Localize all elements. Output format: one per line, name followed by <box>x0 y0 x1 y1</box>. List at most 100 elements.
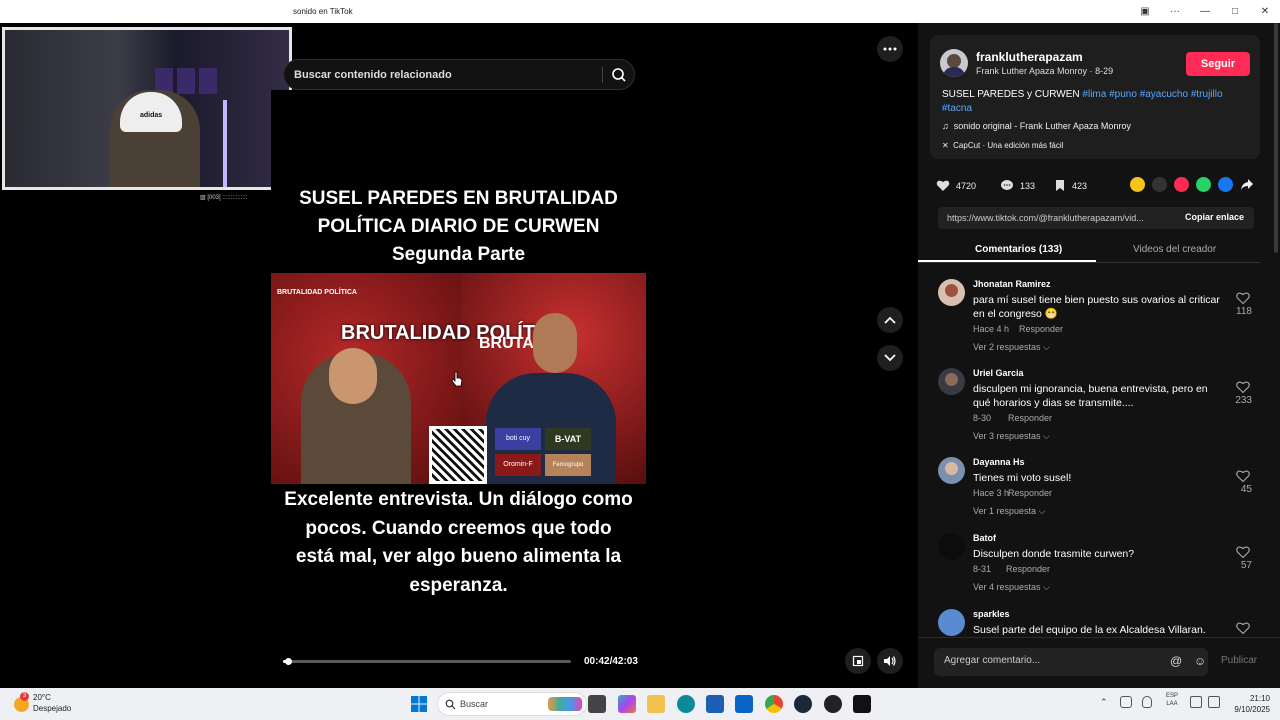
commenter-avatar[interactable] <box>938 279 965 306</box>
hashtag-link[interactable]: #lima <box>1082 89 1106 100</box>
comment-input-wrap: @ ☺ <box>934 648 1208 676</box>
search-input[interactable] <box>294 66 594 84</box>
comment-like-icon[interactable] <box>1236 545 1250 559</box>
commenter-avatar[interactable] <box>938 457 965 484</box>
comment-like-icon[interactable] <box>1236 469 1250 483</box>
weather-widget[interactable]: 3 20°C Despejado <box>12 692 102 716</box>
video-url[interactable]: https://www.tiktok.com/@franklutherapaza… <box>947 213 1167 223</box>
sponsor-logo: Oromin-F <box>495 454 541 476</box>
tab-creator-videos[interactable]: Videos del creador <box>1133 244 1216 255</box>
language-indicator[interactable]: ESP LAA <box>1166 692 1178 708</box>
comment-input[interactable] <box>944 655 1154 666</box>
view-replies-button[interactable]: Ver 2 respuestas ⌵ <box>973 342 1050 353</box>
progress-handle[interactable] <box>284 658 292 665</box>
save-button[interactable]: 423 <box>1054 179 1087 192</box>
emoji-icon[interactable]: ☺ <box>1194 654 1206 668</box>
like-button[interactable]: 4720 <box>936 179 976 192</box>
steam-icon[interactable] <box>794 695 812 713</box>
hashtag-link[interactable]: #trujillo <box>1191 89 1223 100</box>
comment-icon <box>1001 180 1013 190</box>
reply-button[interactable]: Responder <box>1019 324 1063 334</box>
view-replies-button[interactable]: Ver 1 respuesta ⌵ <box>973 506 1045 517</box>
taskbar-search[interactable]: Buscar <box>437 692 587 716</box>
hashtag-link[interactable]: #puno <box>1109 89 1137 100</box>
maximize-button[interactable]: □ <box>1220 6 1250 17</box>
windows-taskbar: 3 20°C Despejado Buscar ⌃ ESP LAA 21:10 … <box>0 688 1280 720</box>
commenter-avatar[interactable] <box>938 533 965 560</box>
chrome-icon[interactable] <box>765 695 783 713</box>
picture-in-picture-icon <box>852 655 864 667</box>
search-icon[interactable] <box>610 66 628 84</box>
mention-icon[interactable]: @ <box>1170 654 1182 668</box>
outlook-icon[interactable] <box>735 695 753 713</box>
next-video-button[interactable] <box>877 345 903 371</box>
view-replies-button[interactable]: Ver 4 respuestas ⌵ <box>973 582 1050 593</box>
comment-time: Hace 3 h <box>973 488 1010 498</box>
hashtag-link[interactable]: #ayacucho <box>1140 89 1188 100</box>
creator-username[interactable]: franklutherapazam <box>976 50 1083 64</box>
comment-like-icon[interactable] <box>1236 380 1250 394</box>
action-bar: 4720 133 423 <box>936 177 1266 197</box>
commenter-name[interactable]: sparkles <box>973 609 1010 619</box>
share-friends-icon[interactable] <box>1130 177 1145 192</box>
share-arrow-icon[interactable] <box>1240 178 1254 191</box>
follow-button[interactable]: Seguir <box>1186 52 1250 76</box>
minimize-button[interactable]: — <box>1190 6 1220 17</box>
video-progress-bar[interactable] <box>283 658 571 665</box>
floating-player-button[interactable] <box>845 648 871 674</box>
commenter-avatar[interactable] <box>938 368 965 395</box>
commenter-name[interactable]: Uriel Garcia <box>973 368 1024 378</box>
comment-like-count: 118 <box>1236 306 1252 317</box>
app-icon[interactable]: ▣ <box>1130 6 1160 17</box>
tab-comments[interactable]: Comentarios (133) <box>975 244 1062 255</box>
obs-icon[interactable] <box>824 695 842 713</box>
more-icon[interactable]: ··· <box>1160 6 1190 17</box>
comment-composer: @ ☺ Publicar <box>918 637 1280 688</box>
view-replies-button[interactable]: Ver 3 respuestas ⌵ <box>973 431 1050 442</box>
speaker-icon[interactable] <box>1208 696 1220 708</box>
send-icon[interactable] <box>1174 177 1189 192</box>
comment-text: Disculpen donde trasmite curwen? <box>973 548 1135 560</box>
onedrive-icon[interactable] <box>1120 696 1132 708</box>
post-comment-button[interactable]: Publicar <box>1221 655 1257 666</box>
whatsapp-icon[interactable] <box>1196 177 1211 192</box>
reply-button[interactable]: Responder <box>1006 564 1050 574</box>
reply-button[interactable]: Responder <box>1008 413 1052 423</box>
commenter-name[interactable]: Dayanna Hs <box>973 457 1025 467</box>
comment-like-icon[interactable] <box>1236 291 1250 305</box>
network-icon[interactable] <box>1190 696 1202 708</box>
close-button[interactable]: ✕ <box>1250 6 1280 17</box>
store-icon[interactable] <box>706 695 724 713</box>
reply-button[interactable]: Responder <box>1008 488 1052 498</box>
video-frame[interactable]: BRUTALIDAD POLÍTICA BRUTALIDAD POLÍTICA … <box>271 273 646 484</box>
task-view-icon[interactable] <box>588 695 606 713</box>
music-link[interactable]: ♫ sonido original - Frank Luther Apaza M… <box>942 121 1131 131</box>
previous-video-button[interactable] <box>877 307 903 333</box>
capcut-link[interactable]: ✕ CapCut · Una edición más fácil <box>942 141 1063 150</box>
volume-button[interactable] <box>877 648 903 674</box>
commenter-name[interactable]: Jhonatan Ramirez <box>973 279 1051 289</box>
copilot-icon[interactable] <box>618 695 636 713</box>
chevron-up-icon[interactable]: ⌃ <box>1100 697 1108 708</box>
sidebar-scrollbar[interactable] <box>1274 23 1278 253</box>
hashtag-link[interactable]: #tacna <box>942 103 972 114</box>
comment-count-button[interactable]: 133 <box>1000 179 1035 192</box>
system-clock[interactable]: 21:10 9/10/2025 <box>1226 693 1270 715</box>
embed-code-icon[interactable] <box>1152 177 1167 192</box>
creator-avatar[interactable] <box>940 49 968 77</box>
tiktok-icon[interactable] <box>853 695 871 713</box>
edge-icon[interactable] <box>677 695 695 713</box>
video-player[interactable]: SUSEL PAREDES EN BRUTALIDAD POLÍTICA DIA… <box>271 90 646 710</box>
microphone-icon[interactable] <box>1142 696 1152 708</box>
commenter-name[interactable]: Batof <box>973 533 996 543</box>
facebook-icon[interactable] <box>1218 177 1233 192</box>
commenter-avatar[interactable] <box>938 609 965 636</box>
comment-item: Jhonatan Ramirez para mí susel tiene bie… <box>918 279 1268 365</box>
chevron-down-icon <box>884 354 896 362</box>
start-button[interactable] <box>410 695 428 713</box>
comment-time: 8-31 <box>973 564 992 574</box>
file-explorer-icon[interactable] <box>647 695 665 713</box>
comment-like-icon[interactable] <box>1236 621 1250 635</box>
more-options-button[interactable] <box>877 36 903 62</box>
copy-link-button[interactable]: Copiar enlace <box>1185 212 1244 222</box>
